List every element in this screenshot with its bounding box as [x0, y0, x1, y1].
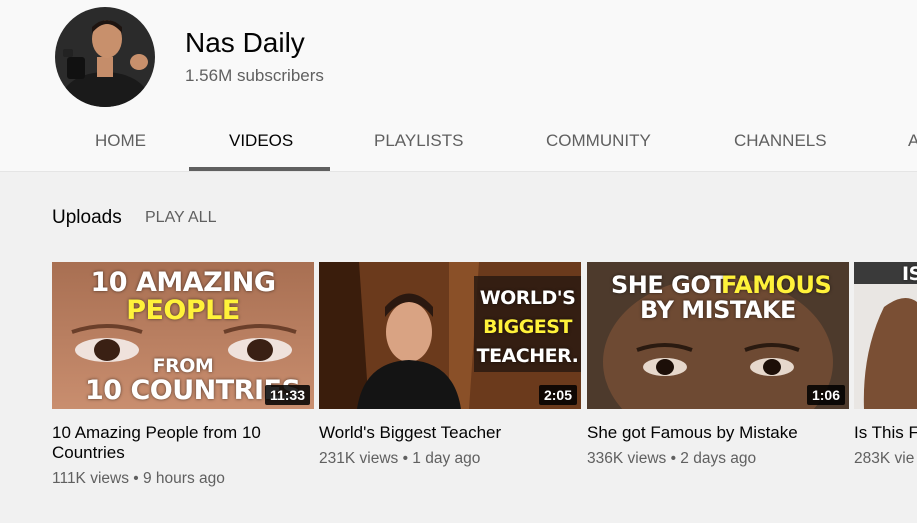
tab-channels[interactable]: CHANNELS	[734, 131, 827, 151]
video-card[interactable]: IS Is This F 283K vie	[854, 262, 917, 468]
video-thumbnail[interactable]: 10 AMAZING PEOPLE FROM 10 COUNTRIES 11:3…	[52, 262, 314, 409]
active-tab-indicator	[189, 167, 330, 171]
thumbnail-caption: WORLD'S	[479, 287, 576, 309]
thumbnail-caption: IS	[902, 263, 917, 285]
channel-name: Nas Daily	[185, 27, 305, 58]
video-card[interactable]: SHE GOT FAMOUS BY MISTAKE 1:06 She got F…	[587, 262, 849, 468]
subscriber-count: 1.56M subscribers	[185, 66, 324, 85]
tab-community[interactable]: COMMUNITY	[546, 131, 651, 151]
tab-playlists[interactable]: PLAYLISTS	[374, 131, 463, 151]
tab-about[interactable]: A	[908, 131, 917, 151]
tab-videos[interactable]: VIDEOS	[229, 131, 293, 151]
video-duration: 2:05	[538, 385, 577, 405]
thumbnail-caption: BY MISTAKE	[640, 296, 796, 324]
thumbnail-caption: 10 AMAZING	[90, 267, 276, 298]
section-title: Uploads	[52, 207, 122, 228]
video-duration: 1:06	[806, 385, 845, 405]
thumbnail-caption: FROM	[152, 355, 214, 377]
video-card[interactable]: 10 AMAZING PEOPLE FROM 10 COUNTRIES 11:3…	[52, 262, 314, 488]
video-thumbnail[interactable]: WORLD'S BIGGEST TEACHER. 2:05	[319, 262, 581, 409]
video-meta: 336K views • 2 days ago	[587, 450, 757, 467]
video-thumbnail[interactable]: IS	[854, 262, 917, 409]
thumbnail-caption: BIGGEST	[483, 316, 572, 338]
video-card[interactable]: WORLD'S BIGGEST TEACHER. 2:05 World's Bi…	[319, 262, 581, 468]
play-all-button[interactable]: PLAY ALL	[145, 209, 216, 227]
video-duration: 11:33	[264, 385, 310, 405]
thumbnail-caption: TEACHER.	[476, 345, 579, 367]
video-meta: 283K vie	[854, 450, 915, 467]
video-thumbnail[interactable]: SHE GOT FAMOUS BY MISTAKE 1:06	[587, 262, 849, 409]
video-title[interactable]: World's Biggest Teacher	[319, 423, 559, 443]
thumbnail-caption: SHE GOT	[611, 271, 727, 299]
video-meta: 111K views • 9 hours ago	[52, 470, 225, 487]
video-title[interactable]: 10 Amazing People from 10 Countries	[52, 423, 292, 463]
video-meta: 231K views • 1 day ago	[319, 450, 481, 467]
channel-avatar[interactable]	[55, 7, 155, 107]
video-title[interactable]: Is This F	[854, 423, 917, 443]
tab-home[interactable]: HOME	[95, 131, 146, 151]
channel-header: Nas Daily 1.56M subscribers HOME VIDEOS …	[0, 0, 917, 172]
thumbnail-caption: PEOPLE	[126, 295, 240, 326]
thumbnail-caption: FAMOUS	[721, 271, 832, 299]
video-title[interactable]: She got Famous by Mistake	[587, 423, 827, 443]
